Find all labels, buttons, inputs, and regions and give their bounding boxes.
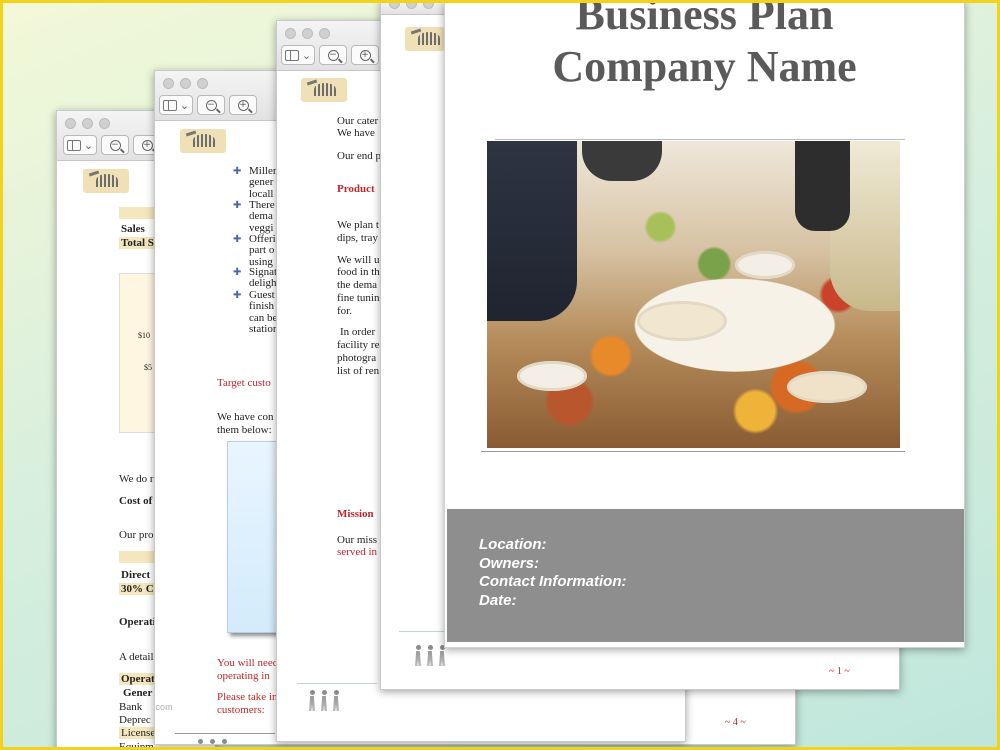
page-number: ~ 4 ~ [725,717,746,728]
cover-info-band: Location: Owners: Contact Information: D… [447,509,964,642]
body-text: We plan t [337,219,379,231]
owners-label: Owners: [479,554,540,572]
body-text: We do r [119,473,154,485]
section-heading: Mission [337,508,374,520]
catering-buffet-photo [487,141,900,448]
sidebar-icon [162,99,177,111]
company-logo [405,27,445,51]
sidebar-icon [66,139,81,151]
table-cell: Direct [121,569,151,581]
body-text: fine tunin [337,292,380,304]
body-text: Cost of [119,495,153,507]
traffic-lights[interactable] [163,78,208,89]
body-text: customers: [217,704,265,716]
chart-tick-label: $5 [144,363,152,372]
bullet-icon: ✚ [233,267,242,278]
body-text: We will u [337,254,380,266]
zoom-in-button[interactable]: + [229,95,257,115]
body-text: You will need [217,657,279,669]
section-heading: Target custo [217,377,271,389]
cover-title-line2: Company Name [552,42,857,91]
body-text: Our miss [337,534,378,546]
body-text: the dema [337,279,378,291]
body-text: food in th [337,266,380,278]
sidebar-icon [284,49,299,61]
body-text: photogra [337,352,377,364]
sidebar-toggle-button[interactable]: ⌄ [159,95,193,115]
body-text: for. [337,305,352,317]
photo-top-rule [495,139,905,140]
footer-rule [399,631,449,632]
zoom-in-icon: + [237,99,249,111]
footer-rule [175,733,275,734]
body-text: them below: [217,424,272,436]
body-text: Our end p [337,150,381,162]
bullet-item: ✚ Guest finish can be station [233,289,279,336]
body-text: We have [337,127,375,139]
table-cell: Gener [123,687,153,699]
table-cell: Deprec [119,714,151,726]
zoom-out-icon: − [327,49,339,61]
company-logo [83,169,129,193]
body-text: A detail [119,651,154,663]
table-cell: Bank [119,701,143,713]
body-text: operating in [217,670,270,682]
bullet-item: ✚ Offeri part o using [233,233,276,268]
body-text: In order [340,326,376,338]
traffic-lights[interactable] [389,1,434,9]
body-text: list of ren [337,365,380,377]
footer-figures-icon [195,739,229,744]
bullet-text: station [249,323,279,336]
photo-bottom-rule [481,451,905,452]
bullet-icon: ✚ [233,200,242,211]
chart-tick-label: $10 [138,331,150,340]
bullet-icon: ✚ [233,290,242,301]
date-label: Date: [479,591,517,609]
sidebar-toggle-button[interactable]: ⌄ [63,135,97,155]
table-cell: Equipm [119,741,154,750]
body-text: Our cater [337,115,379,127]
bullet-icon: ✚ [233,234,242,245]
cover-page: Business Plan Company Name Location: Own… [444,0,965,648]
cover-title-line1: Business Plan [575,0,834,39]
table-cell: Sales [121,223,145,235]
bullet-item: ✚ Signat deligh [233,266,277,290]
zoom-out-icon: − [109,139,121,151]
body-text: dips, tray [337,232,378,244]
company-logo [180,129,226,153]
location-label: Location: [479,536,547,553]
body-text: served in [337,546,378,558]
zoom-in-icon: + [141,139,153,151]
zoom-out-button[interactable]: − [197,95,225,115]
body-text: Our pro [119,529,154,541]
watermark-text: www.heritagechristiancollege.com [154,702,173,712]
body-text: Operati [119,616,156,628]
page-number: ~ 1 ~ [829,666,850,677]
contact-information-label: Contact Information: [479,573,627,590]
footer-figures-icon [413,645,447,667]
zoom-in-button[interactable]: + [351,45,379,65]
footer-rule [297,683,377,684]
zoom-out-button[interactable]: − [319,45,347,65]
section-heading: Product [337,183,375,195]
body-text: Please take in [217,691,278,703]
traffic-lights[interactable] [65,118,110,129]
bullet-icon: ✚ [233,166,242,177]
company-logo [301,78,347,102]
body-text: We have con [217,411,274,423]
zoom-out-icon: − [205,99,217,111]
body-text: facility re [337,339,380,351]
sidebar-toggle-button[interactable]: ⌄ [281,45,315,65]
bullet-item: ✚ There dema veggi [233,199,275,234]
zoom-out-button[interactable]: − [101,135,129,155]
footer-figures-icon [307,690,341,712]
zoom-in-icon: + [359,49,371,61]
traffic-lights[interactable] [285,28,330,39]
bullet-item: ✚ Miller gener locall [233,165,277,200]
